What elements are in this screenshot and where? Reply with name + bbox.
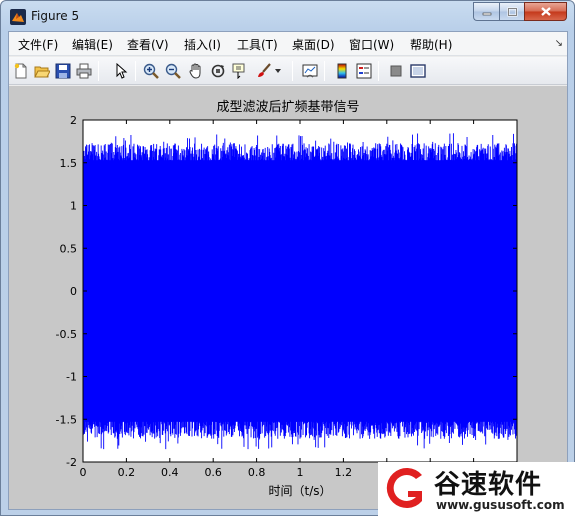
menu-desktop[interactable]: 桌面(D) (292, 36, 335, 53)
x-tick-label: 0 (80, 466, 87, 479)
menu-help[interactable]: 帮助(H) (410, 36, 452, 53)
watermark: 谷速软件 www.gususoft.com (378, 462, 575, 516)
maximize-icon (507, 7, 517, 16)
x-tick-label: 1.2 (335, 466, 353, 479)
watermark-brand: 谷速软件 (434, 470, 543, 500)
figure-client-area: 文件(F) 编辑(E) 查看(V) 插入(I) 工具(T) 桌面(D) 窗口(W… (8, 31, 568, 510)
y-tick-label: 1 (70, 200, 77, 213)
signal-band (83, 160, 517, 422)
close-icon (540, 7, 551, 16)
y-tick-label: 1.5 (60, 157, 78, 170)
y-tick-label: 0.5 (60, 242, 78, 255)
figure-toolbar (9, 57, 567, 85)
data-cursor-icon[interactable] (231, 62, 249, 80)
title-bar[interactable]: Figure 5 (1, 1, 574, 31)
menu-view[interactable]: 查看(V) (127, 36, 169, 53)
maximize-button[interactable] (499, 2, 524, 21)
window-title: Figure 5 (31, 9, 80, 23)
menu-tools[interactable]: 工具(T) (237, 36, 278, 53)
menu-edit[interactable]: 编辑(E) (72, 36, 113, 53)
x-tick-label: 0.8 (248, 466, 266, 479)
colorbar-icon[interactable] (333, 62, 351, 80)
brush-icon[interactable] (255, 62, 273, 80)
menu-window[interactable]: 窗口(W) (349, 36, 394, 53)
brush-dropdown-icon[interactable] (273, 62, 283, 80)
close-button[interactable] (524, 2, 567, 21)
x-tick-label: 0.6 (204, 466, 222, 479)
signal-plot[interactable]: 00.20.40.60.811.21.41.61.8221.510.50-0.5… (9, 86, 567, 509)
open-file-icon[interactable] (33, 62, 51, 80)
new-figure-icon[interactable] (12, 62, 30, 80)
hide-plot-tools-icon[interactable] (387, 62, 405, 80)
figure-canvas[interactable]: 成型滤波后扩频基带信号 00.20.40.60.811.21.41.61.822… (9, 86, 567, 509)
y-tick-label: -2 (66, 456, 77, 469)
menu-insert[interactable]: 插入(I) (184, 36, 221, 53)
y-tick-label: 0 (70, 285, 77, 298)
zoom-in-icon[interactable] (142, 62, 160, 80)
zoom-out-icon[interactable] (164, 62, 182, 80)
menu-file[interactable]: 文件(F) (18, 36, 58, 53)
x-tick-label: 0.2 (118, 466, 136, 479)
matlab-icon (10, 9, 26, 25)
legend-icon[interactable] (355, 62, 373, 80)
y-tick-label: 2 (70, 114, 77, 127)
print-icon[interactable] (75, 62, 93, 80)
pointer-icon[interactable] (112, 62, 130, 80)
y-tick-label: -1.5 (56, 413, 77, 426)
gususoft-logo-icon (386, 468, 422, 508)
minimize-icon (482, 12, 491, 15)
y-tick-label: -0.5 (56, 328, 77, 341)
x-tick-label: 0.4 (161, 466, 179, 479)
watermark-url: www.gususoft.com (436, 498, 565, 512)
pan-hand-icon[interactable] (187, 62, 205, 80)
save-icon[interactable] (54, 62, 72, 80)
x-tick-label: 1 (297, 466, 304, 479)
minimize-button[interactable] (473, 2, 499, 21)
link-plot-icon[interactable] (301, 62, 319, 80)
rotate-3d-icon[interactable] (209, 62, 227, 80)
menu-overflow-arrow[interactable]: ↘ (555, 38, 563, 49)
x-axis-label: 时间（t/s） (268, 484, 331, 498)
show-plot-tools-icon[interactable] (409, 62, 427, 80)
figure-window: Figure 5 文件(F) 编辑(E) 查看(V) 插入(I) 工具(T) 桌… (0, 0, 575, 516)
y-tick-label: -1 (66, 371, 77, 384)
menu-bar: 文件(F) 编辑(E) 查看(V) 插入(I) 工具(T) 桌面(D) 窗口(W… (9, 32, 567, 56)
